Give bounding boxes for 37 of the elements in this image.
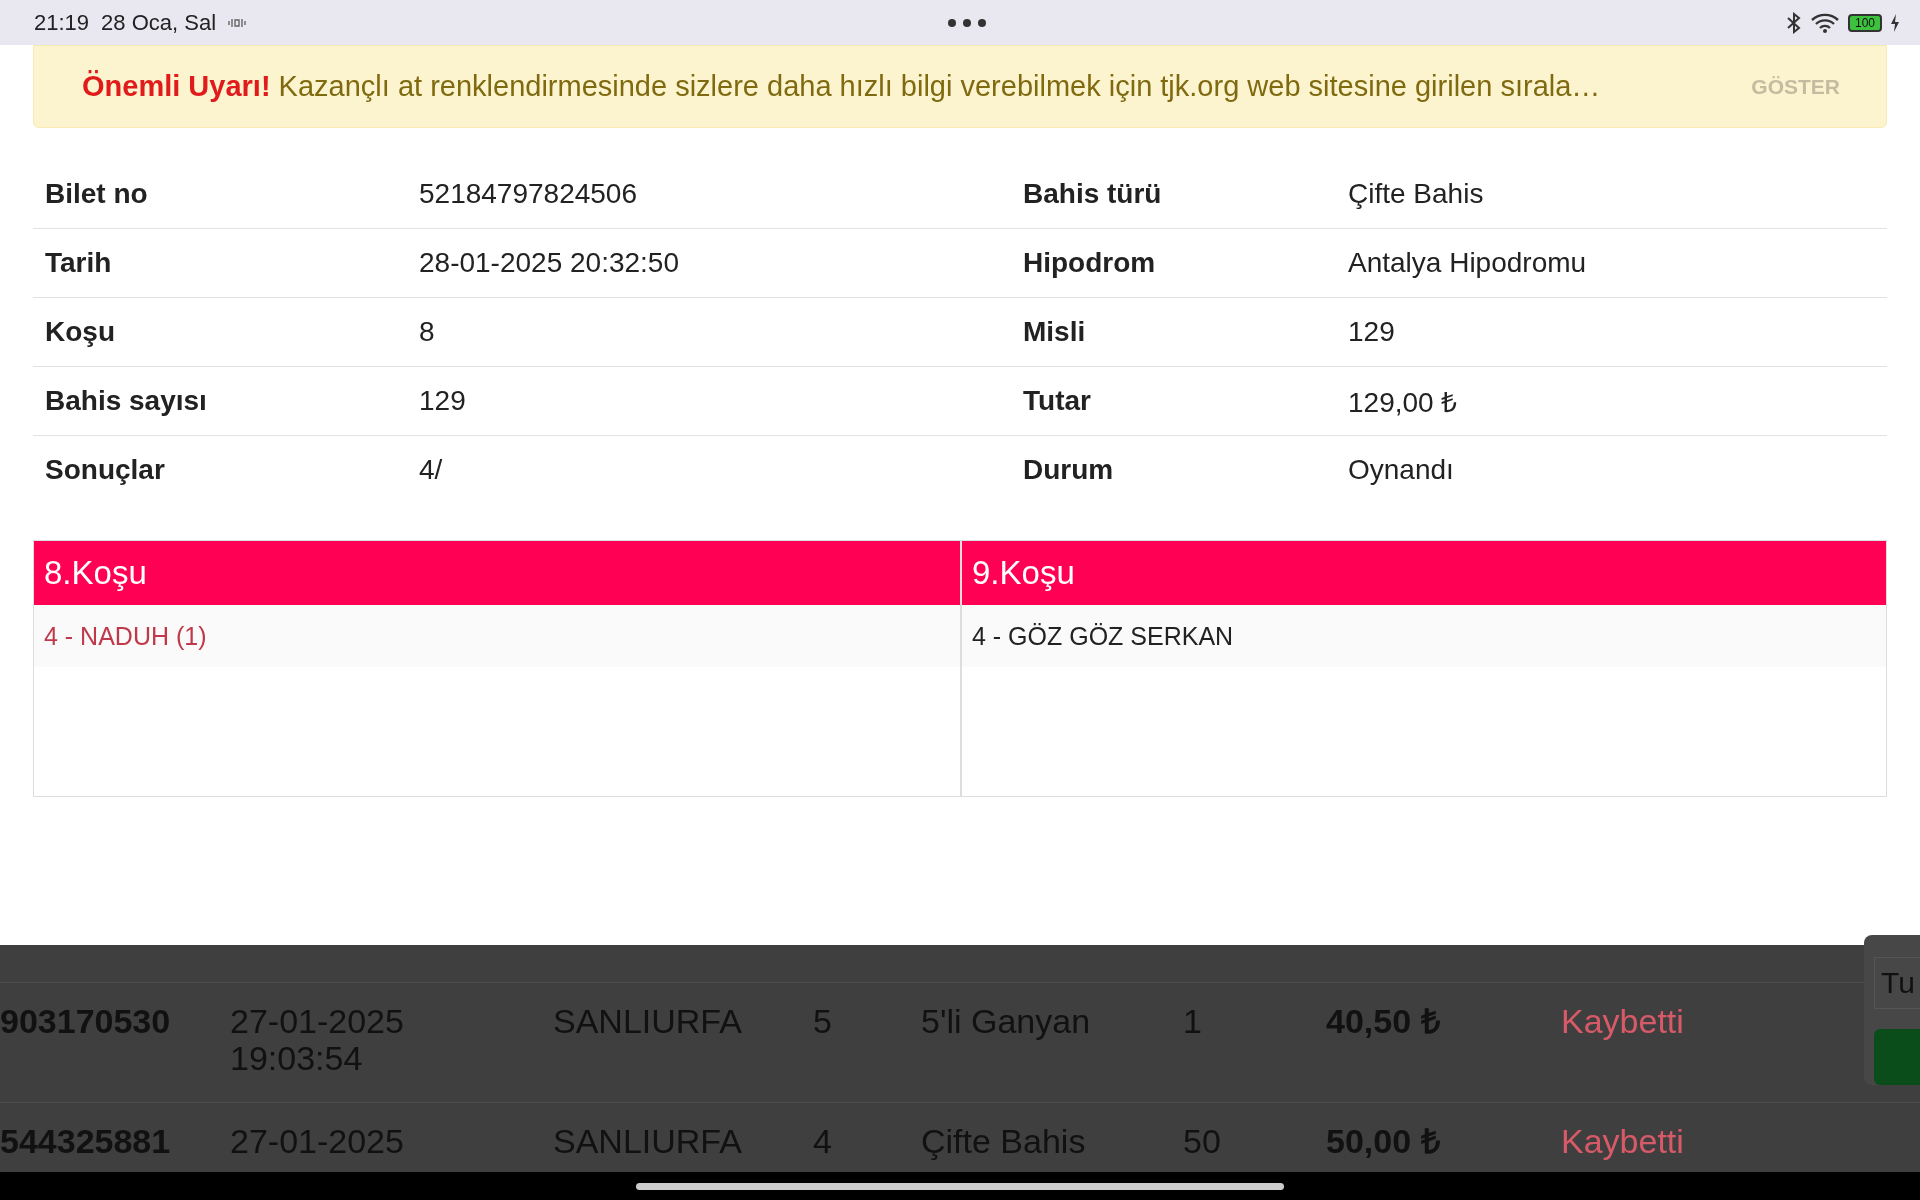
detail-value: Çifte Bahis [1348, 178, 1485, 210]
detail-label: Bahis türü [1023, 178, 1163, 210]
detail-value: 129 [1348, 316, 1396, 348]
detail-value: 129 [419, 385, 467, 417]
detail-value: Oynandı [1348, 454, 1455, 486]
bluetooth-icon [1785, 11, 1802, 34]
detail-value: 52184797824506 [419, 178, 638, 210]
detail-value: 4/ [419, 454, 444, 486]
status-date: 28 Oca, Sal [101, 9, 216, 36]
charging-icon [1890, 13, 1900, 32]
alert-message: Önemli Uyarı! Kazançlı at renklendirmesinde sizlere daha hızlı bilgi verebilmek için tjk.org web sitesine girilen sırala… [82, 70, 1601, 103]
detail-label: Durum [1023, 454, 1115, 486]
detail-value: Antalya Hipodromu [1348, 247, 1588, 279]
show-button[interactable]: GÖSTER [1745, 73, 1846, 100]
wifi-icon [1809, 11, 1840, 34]
detail-label: Tarih [45, 247, 113, 279]
detail-value: 28-01-2025 20:32:50 [419, 247, 680, 279]
status-time: 21:19 [34, 9, 90, 36]
detail-value: 129,00 ₺ [1348, 386, 1459, 420]
vibrate-icon [228, 16, 246, 29]
detail-label: Koşu [45, 316, 116, 348]
home-indicator[interactable] [636, 1182, 1284, 1190]
detail-value: 8 [419, 316, 436, 348]
detail-label: Hipodrom [1023, 247, 1157, 279]
ticket-status: Kaybetti [1561, 1123, 1685, 1162]
horse-entry: 4 - GÖZ GÖZ SERKAN [962, 605, 1886, 667]
battery-indicator: 100 [1847, 13, 1882, 32]
detail-label: Tutar [1023, 385, 1092, 417]
horse-entry: 4 - NADUH (1) [34, 605, 960, 667]
ticket-status: Kaybetti [1561, 1003, 1685, 1042]
race-header: 8.Koşu [34, 541, 960, 605]
detail-label: Bilet no [45, 178, 149, 210]
detail-label: Misli [1023, 316, 1087, 348]
detail-label: Sonuçlar [45, 454, 166, 486]
race-header: 9.Koşu [962, 541, 1886, 605]
detail-label: Bahis sayısı [45, 385, 208, 417]
more-icon[interactable] [947, 17, 987, 28]
